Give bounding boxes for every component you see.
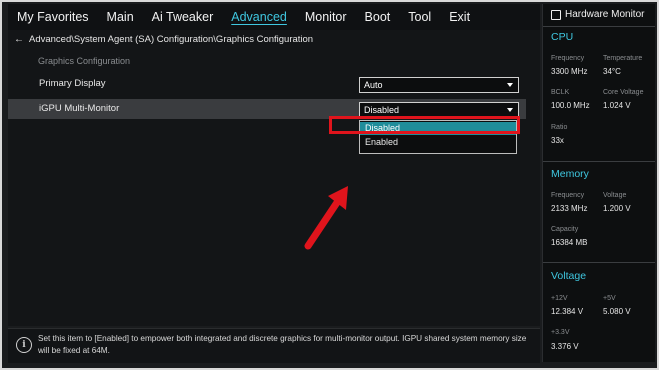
dropdown-option-enabled[interactable]: Enabled [360, 136, 516, 149]
annotation-highlight-box [329, 116, 520, 134]
menu-tab-exit[interactable]: Exit [440, 4, 479, 30]
ratio-value: 33x [551, 136, 564, 145]
menu-tab-boot[interactable]: Boot [356, 4, 400, 30]
memory-heading: Memory [551, 168, 589, 180]
menu-tab-advanced[interactable]: Advanced [222, 4, 296, 30]
v33-label: +3.3V [551, 329, 570, 336]
v33-value: 3.376 V [551, 342, 579, 351]
chevron-down-icon [507, 108, 513, 112]
section-heading: Graphics Configuration [38, 56, 131, 66]
bclk-value: 100.0 MHz [551, 101, 590, 110]
settings-panel [8, 30, 540, 326]
memory-voltage-value: 1.200 V [603, 204, 631, 213]
capacity-value: 16384 MB [551, 238, 588, 247]
memory-frequency-value: 2133 MHz [551, 204, 588, 213]
divider [543, 262, 655, 263]
chevron-down-icon [507, 83, 513, 87]
divider [543, 161, 655, 162]
help-info-bar: i Set this item to [Enabled] to empower … [8, 328, 540, 363]
hardware-monitor-panel: Hardware Monitor CPU Frequency 3300 MHz … [542, 4, 655, 362]
info-icon: i [16, 337, 32, 353]
memory-frequency-label: Frequency [551, 192, 585, 199]
divider [543, 26, 655, 27]
v5-value: 5.080 V [603, 307, 631, 316]
v12-label: +12V [551, 295, 568, 302]
top-menu-bar: My Favorites Main Ai Tweaker Advanced Mo… [8, 4, 540, 30]
igpu-multi-monitor-label: iGPU Multi-Monitor [39, 103, 120, 114]
primary-display-select[interactable]: Auto [359, 77, 519, 93]
v5-label: +5V [603, 295, 616, 302]
primary-display-value: Auto [364, 80, 383, 90]
help-text: Set this item to [Enabled] to empower bo… [38, 334, 527, 355]
menu-tab-main[interactable]: Main [98, 4, 143, 30]
igpu-multi-monitor-value: Disabled [364, 105, 400, 115]
primary-display-label: Primary Display [39, 78, 106, 89]
bclk-label: BCLK [551, 89, 570, 96]
annotation-arrow-icon [304, 186, 348, 250]
memory-voltage-label: Voltage [603, 192, 627, 199]
cpu-temperature-label: Temperature [603, 55, 643, 62]
cpu-frequency-label: Frequency [551, 55, 585, 62]
monitor-icon [551, 9, 561, 20]
hardware-monitor-title-text: Hardware Monitor [565, 9, 645, 20]
cpu-temperature-value: 34°C [603, 67, 621, 76]
menu-tab-monitor[interactable]: Monitor [296, 4, 356, 30]
menu-tab-tool[interactable]: Tool [399, 4, 440, 30]
voltage-heading: Voltage [551, 270, 587, 282]
hardware-monitor-title: Hardware Monitor [551, 9, 644, 20]
cpu-heading: CPU [551, 31, 574, 43]
breadcrumb-path: Advanced\System Agent (SA) Configuration… [29, 34, 314, 45]
cpu-frequency-value: 3300 MHz [551, 67, 588, 76]
menu-tab-my-favorites[interactable]: My Favorites [8, 4, 98, 30]
back-arrow-icon[interactable]: ← [14, 34, 24, 45]
core-voltage-value: 1.024 V [603, 101, 631, 110]
capacity-label: Capacity [551, 226, 579, 233]
breadcrumb: ← Advanced\System Agent (SA) Configurati… [14, 34, 313, 45]
menu-tab-ai-tweaker[interactable]: Ai Tweaker [143, 4, 223, 30]
ratio-label: Ratio [551, 124, 568, 131]
v12-value: 12.384 V [551, 307, 584, 316]
core-voltage-label: Core Voltage [603, 89, 644, 96]
